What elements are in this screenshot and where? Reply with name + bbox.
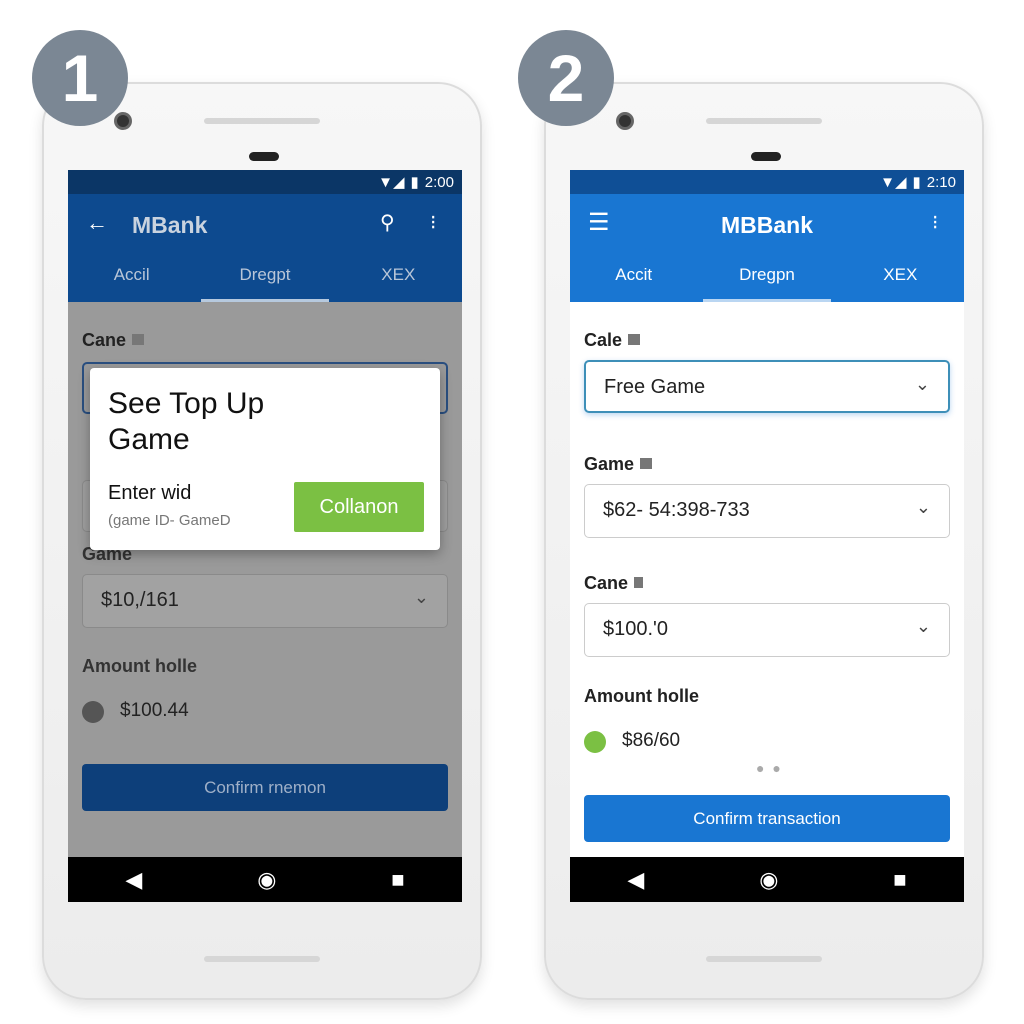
- app-title: MBank: [132, 212, 208, 238]
- tab-accit[interactable]: Accit: [570, 257, 697, 302]
- dialog-action-button[interactable]: Collanon: [294, 482, 424, 532]
- tab-xex[interactable]: XEX: [837, 257, 964, 302]
- camera: [616, 112, 634, 130]
- amount-label: Amount holle: [584, 686, 699, 706]
- battery-icon: ▮: [410, 174, 419, 191]
- step-badge-1: 1: [32, 30, 128, 126]
- field-label: Cane: [584, 573, 644, 594]
- field-label: Cale: [584, 330, 641, 351]
- phone-step-1: ▼◢ ▮ 2:00 ← MBank ⚲ ⁝ Accil Dregpt XEX Ca…: [42, 82, 482, 1000]
- chevron-down-icon: ⌄: [413, 587, 429, 607]
- speaker: [706, 118, 822, 124]
- flag-icon: [132, 334, 145, 345]
- tab-xex[interactable]: XEX: [335, 257, 462, 302]
- app-title: MBBank: [720, 212, 813, 238]
- status-bar: ▼◢ ▮ 2:10: [570, 170, 964, 194]
- clock: 2:00: [424, 173, 454, 191]
- chevron-down-icon: ⌄: [914, 374, 930, 394]
- amount-value: $100.44: [120, 700, 189, 721]
- home-icon[interactable]: ◉: [759, 867, 778, 893]
- back-nav-icon[interactable]: ◀: [125, 867, 142, 893]
- recents-icon[interactable]: ■: [391, 867, 404, 893]
- battery-icon: ▮: [912, 174, 921, 191]
- wifi-icon: ▼◢: [378, 174, 405, 191]
- nav-bar: ◀ ◉ ■: [68, 857, 462, 902]
- status-bar: ▼◢ ▮ 2:00: [68, 170, 462, 194]
- back-icon[interactable]: ←: [86, 210, 108, 236]
- game-id-select[interactable]: $62- 54:398-733 ⌄: [584, 484, 950, 538]
- field-label: Game: [584, 454, 653, 475]
- wifi-icon: ▼◢: [880, 174, 907, 191]
- category-select[interactable]: Free Game ⌄: [584, 360, 950, 413]
- sensor: [249, 152, 279, 161]
- amount-value: $86/60: [622, 730, 681, 751]
- confirm-transaction-button[interactable]: Confirm transaction: [584, 795, 950, 842]
- flag-icon: [628, 334, 641, 345]
- field-label: Cane: [82, 330, 145, 351]
- search-icon[interactable]: ⚲: [380, 210, 395, 235]
- dialog-hint: (game ID- GameD: [108, 512, 231, 529]
- page-dots: ● ●: [756, 760, 783, 776]
- confirm-button[interactable]: Confirm rnemon: [82, 764, 448, 811]
- chevron-down-icon: ⌄: [915, 497, 931, 517]
- dialog-title: See Top Up Game: [108, 387, 265, 456]
- top-up-dialog: See Top Up Game Enter wid (game ID- Game…: [90, 368, 440, 550]
- tab-dregpn[interactable]: Dregpn: [703, 257, 831, 302]
- dialog-prompt: Enter wid: [108, 482, 192, 504]
- amount-radio[interactable]: [584, 731, 606, 753]
- nav-bar: ◀ ◉ ■: [570, 857, 964, 902]
- amount-radio[interactable]: [82, 701, 104, 723]
- game-select[interactable]: $10,/161 ⌄: [82, 574, 448, 628]
- clock: 2:10: [926, 173, 956, 191]
- amount-select[interactable]: $100.'0 ⌄: [584, 603, 950, 657]
- phone-step-2: ▼◢ ▮ 2:10 ☰ MBBank ⁝ Accit Dregpn XEX Cal…: [544, 82, 984, 1000]
- tab-accil[interactable]: Accil: [68, 257, 195, 302]
- camera: [114, 112, 132, 130]
- flag-icon: [640, 458, 653, 469]
- recents-icon[interactable]: ■: [893, 867, 906, 893]
- sensor: [751, 152, 781, 161]
- tab-dregpt[interactable]: Dregpt: [201, 257, 329, 302]
- amount-label: Amount holle: [82, 656, 197, 676]
- chevron-down-icon: ⌄: [915, 616, 931, 636]
- speaker: [204, 118, 320, 124]
- notification-icon[interactable]: ⁝: [430, 210, 436, 235]
- back-nav-icon[interactable]: ◀: [627, 867, 644, 893]
- notification-icon[interactable]: ⁝: [932, 210, 938, 235]
- home-icon[interactable]: ◉: [257, 867, 276, 893]
- flag-icon: [634, 577, 644, 588]
- step-badge-2: 2: [518, 30, 614, 126]
